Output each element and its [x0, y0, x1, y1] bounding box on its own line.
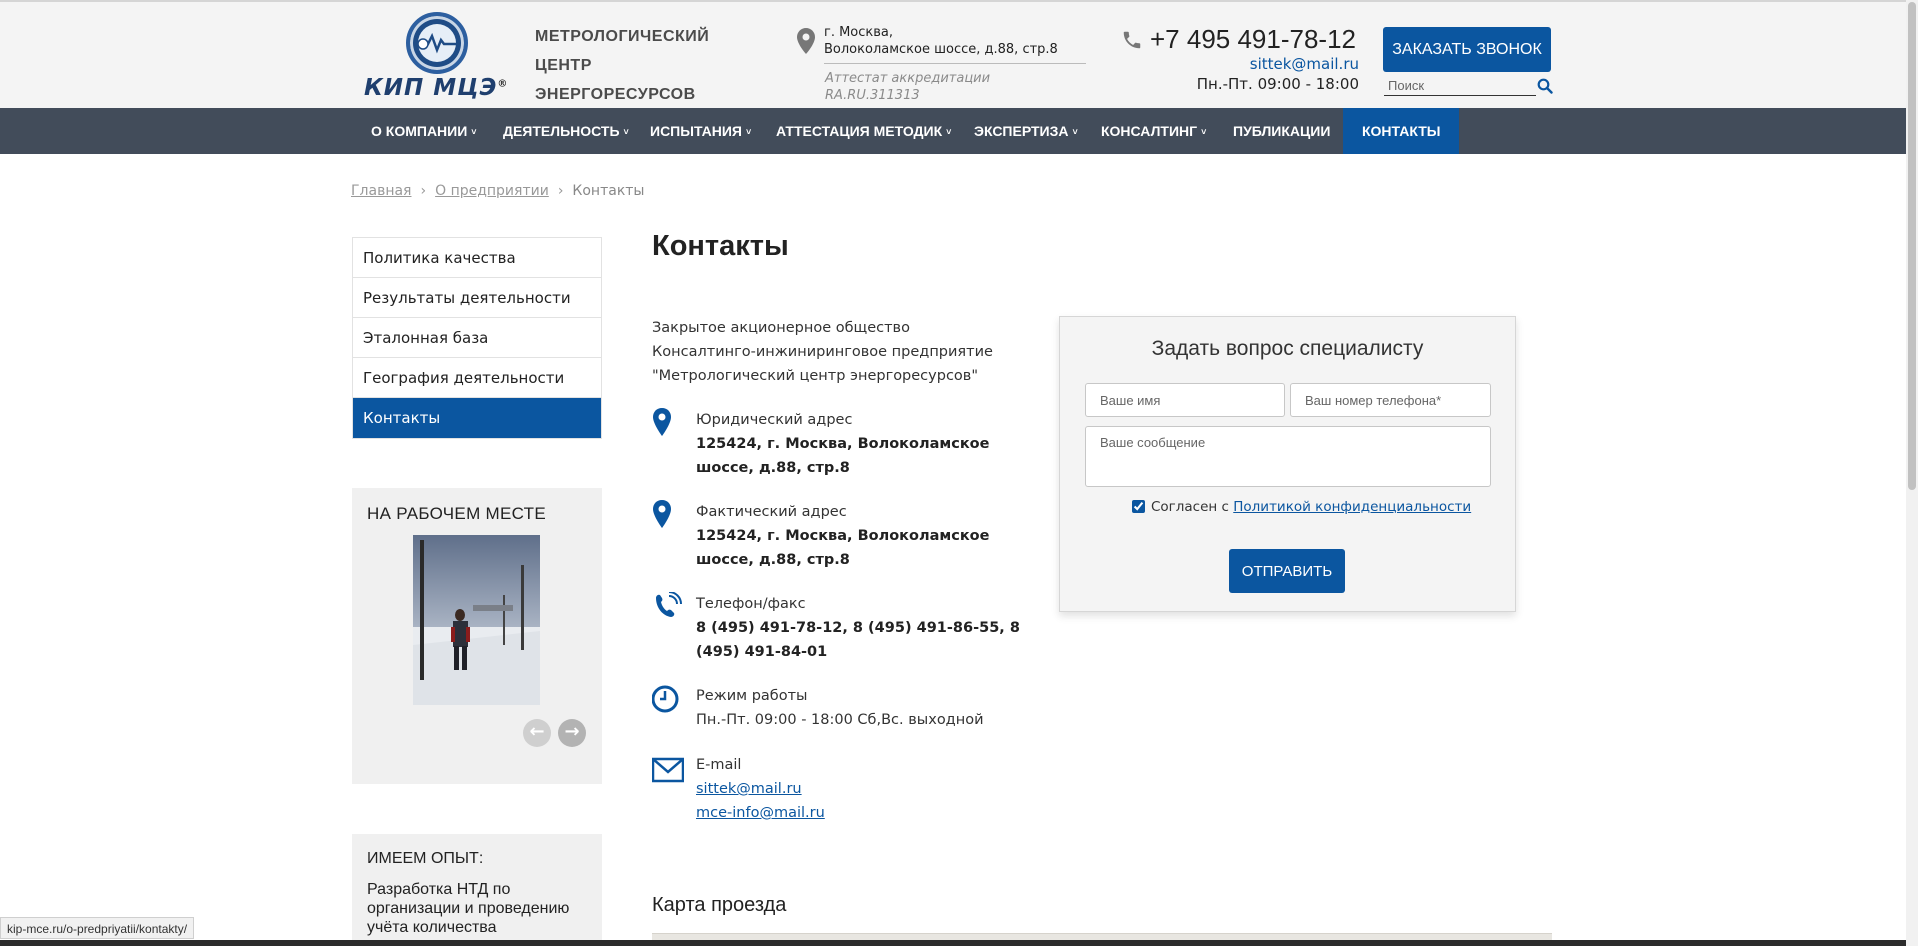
sidebar-item-geography[interactable]: География деятельности	[353, 358, 601, 398]
privacy-policy-link[interactable]: Политикой конфиденциальности	[1233, 499, 1471, 515]
email-link[interactable]: mce-info@mail.ru	[696, 801, 1041, 825]
sidebar-item-results[interactable]: Результаты деятельности	[353, 278, 601, 318]
email-label: E-mail	[696, 757, 742, 773]
experience-text: Разработка НТД по организации и проведен…	[367, 881, 570, 936]
breadcrumb-home[interactable]: Главная	[351, 183, 411, 199]
sidebar-item-reference-base[interactable]: Эталонная база	[353, 318, 601, 358]
name-input[interactable]	[1085, 383, 1285, 417]
privacy-consent-checkbox[interactable]	[1132, 500, 1145, 513]
at-work-slider: НА РАБОЧЕМ МЕСТЕ ← →	[352, 488, 602, 784]
sidebar-item-quality-policy[interactable]: Политика качества	[353, 238, 601, 278]
breadcrumb-about[interactable]: О предприятии	[435, 183, 549, 199]
location-pin-icon	[653, 500, 671, 528]
company-line: Консалтинго-инжиниринговое предприятие	[652, 344, 993, 360]
location-pin-icon	[797, 28, 815, 54]
company-name: Закрытое акционерное общество Консалтинг…	[652, 316, 993, 388]
nav-item-method-attestation[interactable]: АТТЕСТАЦИЯ МЕТОДИК ˅	[776, 108, 951, 154]
brand-line: ЦЕНТР	[535, 57, 592, 74]
nav-item-testing[interactable]: ИСПЫТАНИЯ ˅	[650, 108, 751, 154]
chevron-down-icon: ˅	[471, 127, 477, 137]
map-title: Карта проезда	[652, 894, 787, 916]
message-input[interactable]	[1085, 426, 1491, 487]
breadcrumb-separator: ›	[557, 183, 564, 199]
phone-fax-value: 8 (495) 491-78-12, 8 (495) 491-86-55, 8 …	[696, 620, 1020, 660]
breadcrumb-separator: ›	[420, 183, 427, 199]
brand-name: МЕТРОЛОГИЧЕСКИЙ ЦЕНТР ЭНЕРГОРЕСУРСОВ	[535, 22, 709, 109]
chevron-down-icon: ˅	[745, 127, 752, 137]
submit-button[interactable]: ОТПРАВИТЬ	[1229, 549, 1345, 593]
phone-icon	[1123, 31, 1141, 49]
work-hours-value: Пн.-Пт. 09:00 - 18:00 Сб,Вс. выходной	[696, 712, 984, 728]
privacy-consent: Согласен с Политикой конфиденциальности	[1132, 499, 1471, 515]
order-callback-button[interactable]: ЗАКАЗАТЬ ЗВОНОК	[1383, 27, 1551, 72]
work-hours-label: Режим работы	[696, 688, 808, 704]
chevron-down-icon: ˅	[1201, 127, 1207, 137]
at-work-title: НА РАБОЧЕМ МЕСТЕ	[367, 504, 546, 523]
breadcrumb-current: Контакты	[572, 183, 645, 199]
site-logo[interactable]: КИП МЦЭ®	[364, 12, 524, 104]
email-links: sittek@mail.ru mce-info@mail.ru	[696, 777, 1041, 825]
header-address: г. Москва, Волоколамское шоссе, д.88, ст…	[824, 24, 1058, 58]
legal-address-value: 125424, г. Москва, Волоколамское шоссе, …	[696, 436, 990, 476]
main-nav: О КОМПАНИИ ˅ ДЕЯТЕЛЬНОСТЬ ˅ ИСПЫТАНИЯ ˅ АТТ…	[0, 108, 1906, 154]
page-scrollbar[interactable]	[1906, 0, 1918, 946]
form-title: Задать вопрос специалисту	[1151, 337, 1424, 360]
company-line: Закрытое акционерное общество	[652, 320, 910, 336]
header-hours: Пн.-Пт. 09:00 - 18:00	[1196, 75, 1359, 93]
logo-emblem-icon	[406, 12, 468, 74]
slider-prev-arrow-icon[interactable]: ←	[523, 719, 551, 747]
accreditation-line: Аттестат аккредитации	[825, 71, 991, 86]
actual-address-label: Фактический адрес	[696, 504, 847, 520]
brand-line: ЭНЕРГОРЕСУРСОВ	[535, 86, 696, 103]
nav-item-consulting[interactable]: КОНСАЛТИНГ ˅	[1101, 108, 1206, 154]
scrollbar-thumb[interactable]	[1908, 2, 1916, 490]
header-email-link[interactable]: sittek@mail.ru	[1250, 55, 1359, 73]
legal-address-label: Юридический адрес	[696, 412, 853, 428]
chevron-down-icon: ˅	[623, 127, 629, 137]
accreditation: Аттестат аккредитации RA.RU.311313	[825, 70, 990, 104]
search-input[interactable]	[1384, 76, 1536, 96]
slider-next-arrow-icon[interactable]: →	[558, 719, 586, 747]
ask-specialist-form: Задать вопрос специалисту Согласен с Пол…	[1059, 316, 1516, 612]
sidebar-item-contacts[interactable]: Контакты	[353, 398, 601, 438]
status-bar-url: kip-mce.ru/o-predpriyatii/kontakty/	[0, 917, 195, 939]
phone-ringing-icon	[656, 592, 682, 617]
experience-title: ИМЕЕМ ОПЫТ:	[367, 850, 484, 867]
address-divider	[824, 63, 1086, 64]
brand-line: МЕТРОЛОГИЧЕСКИЙ	[535, 28, 710, 45]
envelope-icon	[652, 757, 684, 783]
at-work-photo[interactable]	[413, 535, 540, 705]
address-line: г. Москва,	[824, 25, 894, 40]
phone-input[interactable]	[1290, 383, 1491, 417]
phone-fax-label: Телефон/факс	[696, 596, 806, 612]
nav-item-about[interactable]: О КОМПАНИИ ˅	[371, 108, 477, 154]
actual-address-value: 125424, г. Москва, Волоколамское шоссе, …	[696, 528, 990, 568]
nav-item-activity[interactable]: ДЕЯТЕЛЬНОСТЬ ˅	[503, 108, 629, 154]
sidebar-menu: Политика качества Результаты деятельност…	[352, 237, 602, 439]
site-header: КИП МЦЭ® МЕТРОЛОГИЧЕСКИЙ ЦЕНТР ЭНЕРГОРЕС…	[0, 2, 1918, 108]
location-pin-icon	[653, 408, 671, 436]
chevron-down-icon: ˅	[1072, 127, 1078, 137]
search-icon[interactable]	[1537, 78, 1553, 94]
clock-icon	[652, 685, 679, 713]
header-phone[interactable]: +7 495 491-78-12	[1150, 24, 1356, 55]
nav-item-contacts[interactable]: КОНТАКТЫ	[1343, 108, 1460, 154]
privacy-consent-text: Согласен с	[1151, 499, 1229, 515]
chevron-down-icon: ˅	[946, 127, 952, 137]
logo-text: КИП МЦЭ®	[364, 75, 509, 101]
page-title: Контакты	[652, 230, 789, 262]
taskbar-edge	[0, 940, 1906, 946]
accreditation-number: RA.RU.311313	[825, 88, 920, 103]
address-line: Волоколамское шоссе, д.88, стр.8	[824, 42, 1058, 57]
email-link[interactable]: sittek@mail.ru	[696, 777, 1041, 801]
nav-item-expertise[interactable]: ЭКСПЕРТИЗА ˅	[974, 108, 1078, 154]
nav-item-publications[interactable]: ПУБЛИКАЦИИ	[1233, 108, 1330, 154]
company-line: "Метрологический центр энергоресурсов"	[652, 368, 979, 384]
experience-block: ИМЕЕМ ОПЫТ: Разработка НТД по организаци…	[352, 834, 602, 946]
breadcrumb: Главная › О предприятии › Контакты	[351, 183, 644, 199]
